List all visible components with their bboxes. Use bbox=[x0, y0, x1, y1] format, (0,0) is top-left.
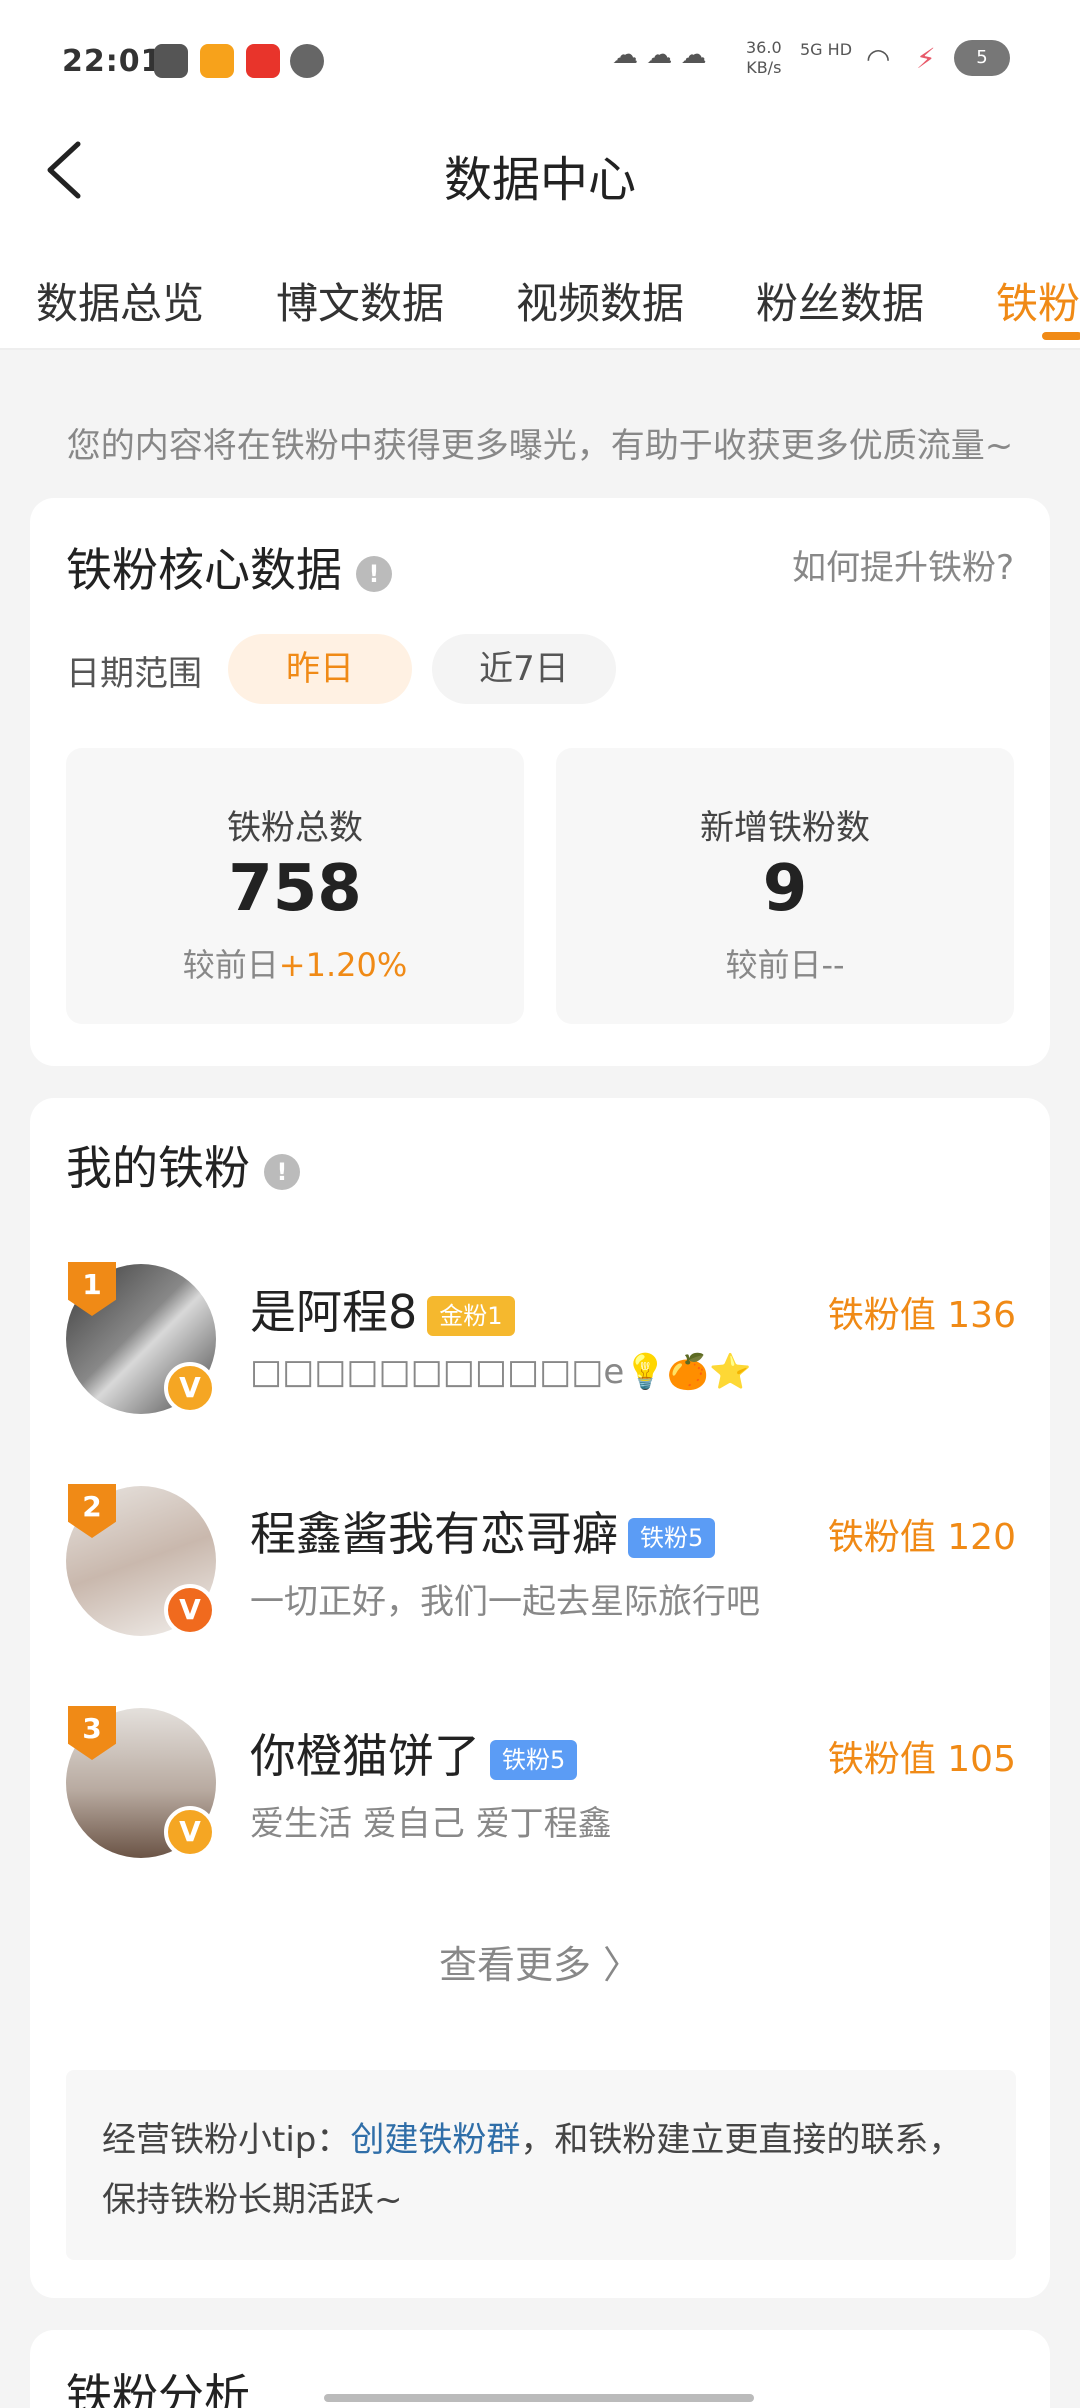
fan-list-item[interactable]: 3 V 你橙猫饼了 铁粉5 爱生活 爱自己 爱丁程鑫 铁粉值 105 bbox=[66, 1706, 1016, 1868]
charging-icon: ⚡ bbox=[916, 42, 936, 75]
app-notification-icon bbox=[154, 44, 188, 78]
fan-name: 你橙猫饼了 铁粉5 bbox=[250, 1720, 578, 1786]
core-data-card: 铁粉核心数据! 如何提升铁粉? 日期范围 昨日 近7日 铁粉总数 758 较前日… bbox=[30, 498, 1050, 1066]
info-icon[interactable]: ! bbox=[264, 1153, 300, 1190]
tip-box: 经营铁粉小tip：创建铁粉群，和铁粉建立更直接的联系，保持铁粉长期活跃~ bbox=[66, 2070, 1016, 2260]
weibo-notification-icon bbox=[246, 44, 280, 78]
card-title: 铁粉核心数据! bbox=[66, 534, 392, 600]
date-option-yesterday[interactable]: 昨日 bbox=[228, 634, 412, 704]
stat-label: 新增铁粉数 bbox=[700, 808, 870, 848]
verified-icon: V bbox=[164, 1806, 216, 1858]
tab-bar: 数据总览 博文数据 视频数据 粉丝数据 铁粉 bbox=[0, 250, 1080, 340]
tab-posts[interactable]: 博文数据 bbox=[276, 270, 444, 331]
fan-bio: 一切正好，我们一起去星际旅行吧 bbox=[250, 1582, 760, 1622]
fan-score: 铁粉值 136 bbox=[827, 1295, 1016, 1336]
battery-indicator: 5 bbox=[954, 40, 1010, 76]
app-notification-icon bbox=[200, 44, 234, 78]
tab-overview[interactable]: 数据总览 bbox=[36, 270, 204, 331]
card-title-text: 铁粉核心数据 bbox=[66, 543, 342, 597]
fan-list-item[interactable]: 2 V 程鑫酱我有恋哥癖 铁粉5 一切正好，我们一起去星际旅行吧 铁粉值 120 bbox=[66, 1484, 1016, 1646]
fan-level-tag: 金粉1 bbox=[427, 1295, 515, 1336]
card-title: 我的铁粉! bbox=[66, 1132, 300, 1198]
create-fan-group-link[interactable]: 创建铁粉群 bbox=[350, 2120, 520, 2160]
status-bar: 22:01 ☁ ☁ ☁ 36.0 KB/s 5G HD ◠ ⚡ 5 bbox=[0, 0, 1080, 120]
card-title-text: 我的铁粉 bbox=[66, 1141, 250, 1195]
wechat-notification-icon bbox=[290, 44, 324, 78]
date-range-label: 日期范围 bbox=[66, 654, 202, 694]
stat-compare: 较前日-- bbox=[725, 946, 845, 984]
cat-icon: ☁ ☁ ☁ bbox=[612, 40, 707, 70]
status-time: 22:01 bbox=[62, 44, 163, 79]
stat-value: 758 bbox=[228, 852, 362, 926]
tip-prefix: 经营铁粉小tip： bbox=[102, 2120, 351, 2160]
fan-list-item[interactable]: 1 V 是阿程8 金粉1 □□□□□□□□□□□e💡🍊⭐ 铁粉值 136 bbox=[66, 1262, 1016, 1424]
stat-value: 9 bbox=[762, 852, 808, 926]
fan-level-tag: 铁粉5 bbox=[628, 1517, 716, 1558]
page-title: 数据中心 bbox=[443, 152, 636, 208]
active-tab-indicator bbox=[1042, 332, 1080, 340]
header: 数据中心 数据总览 博文数据 视频数据 粉丝数据 铁粉 bbox=[0, 120, 1080, 350]
fan-score: 铁粉值 120 bbox=[827, 1517, 1016, 1558]
date-option-7days[interactable]: 近7日 bbox=[432, 634, 616, 704]
help-link[interactable]: 如何提升铁粉? bbox=[792, 540, 1014, 589]
fan-score: 铁粉值 105 bbox=[827, 1739, 1016, 1780]
fan-level-tag: 铁粉5 bbox=[490, 1739, 578, 1780]
see-more-button[interactable]: 查看更多 〉 bbox=[30, 1934, 1050, 1989]
network-speed: 36.0 KB/s bbox=[746, 38, 782, 77]
tab-iron-fans[interactable]: 铁粉 bbox=[996, 270, 1080, 331]
tab-videos[interactable]: 视频数据 bbox=[516, 270, 684, 331]
my-fans-card: 我的铁粉! 1 V 是阿程8 金粉1 □□□□□□□□□□□e💡🍊⭐ 铁粉值 13… bbox=[30, 1098, 1050, 2298]
stat-compare: 较前日+1.20% bbox=[182, 946, 408, 984]
signal-indicator: 5G HD bbox=[800, 40, 853, 59]
stat-label: 铁粉总数 bbox=[227, 808, 363, 848]
wifi-icon: ◠ bbox=[866, 42, 891, 75]
card-title: 铁粉分析 bbox=[66, 2369, 250, 2408]
notice-text: 您的内容将在铁粉中获得更多曝光，有助于收获更多优质流量~ bbox=[66, 426, 1014, 466]
verified-icon: V bbox=[164, 1584, 216, 1636]
stat-new-fans: 新增铁粉数 9 较前日-- bbox=[556, 748, 1014, 1024]
tab-fans[interactable]: 粉丝数据 bbox=[756, 270, 924, 331]
stat-total-fans: 铁粉总数 758 较前日+1.20% bbox=[66, 748, 524, 1024]
fan-bio: □□□□□□□□□□□e💡🍊⭐ bbox=[250, 1352, 752, 1392]
home-indicator[interactable] bbox=[324, 2394, 754, 2402]
fan-bio: 爱生活 爱自己 爱丁程鑫 bbox=[250, 1804, 612, 1844]
fan-name: 程鑫酱我有恋哥癖 铁粉5 bbox=[250, 1498, 716, 1564]
info-icon[interactable]: ! bbox=[356, 555, 392, 592]
fan-name: 是阿程8 金粉1 bbox=[250, 1276, 515, 1342]
verified-icon: V bbox=[164, 1362, 216, 1414]
